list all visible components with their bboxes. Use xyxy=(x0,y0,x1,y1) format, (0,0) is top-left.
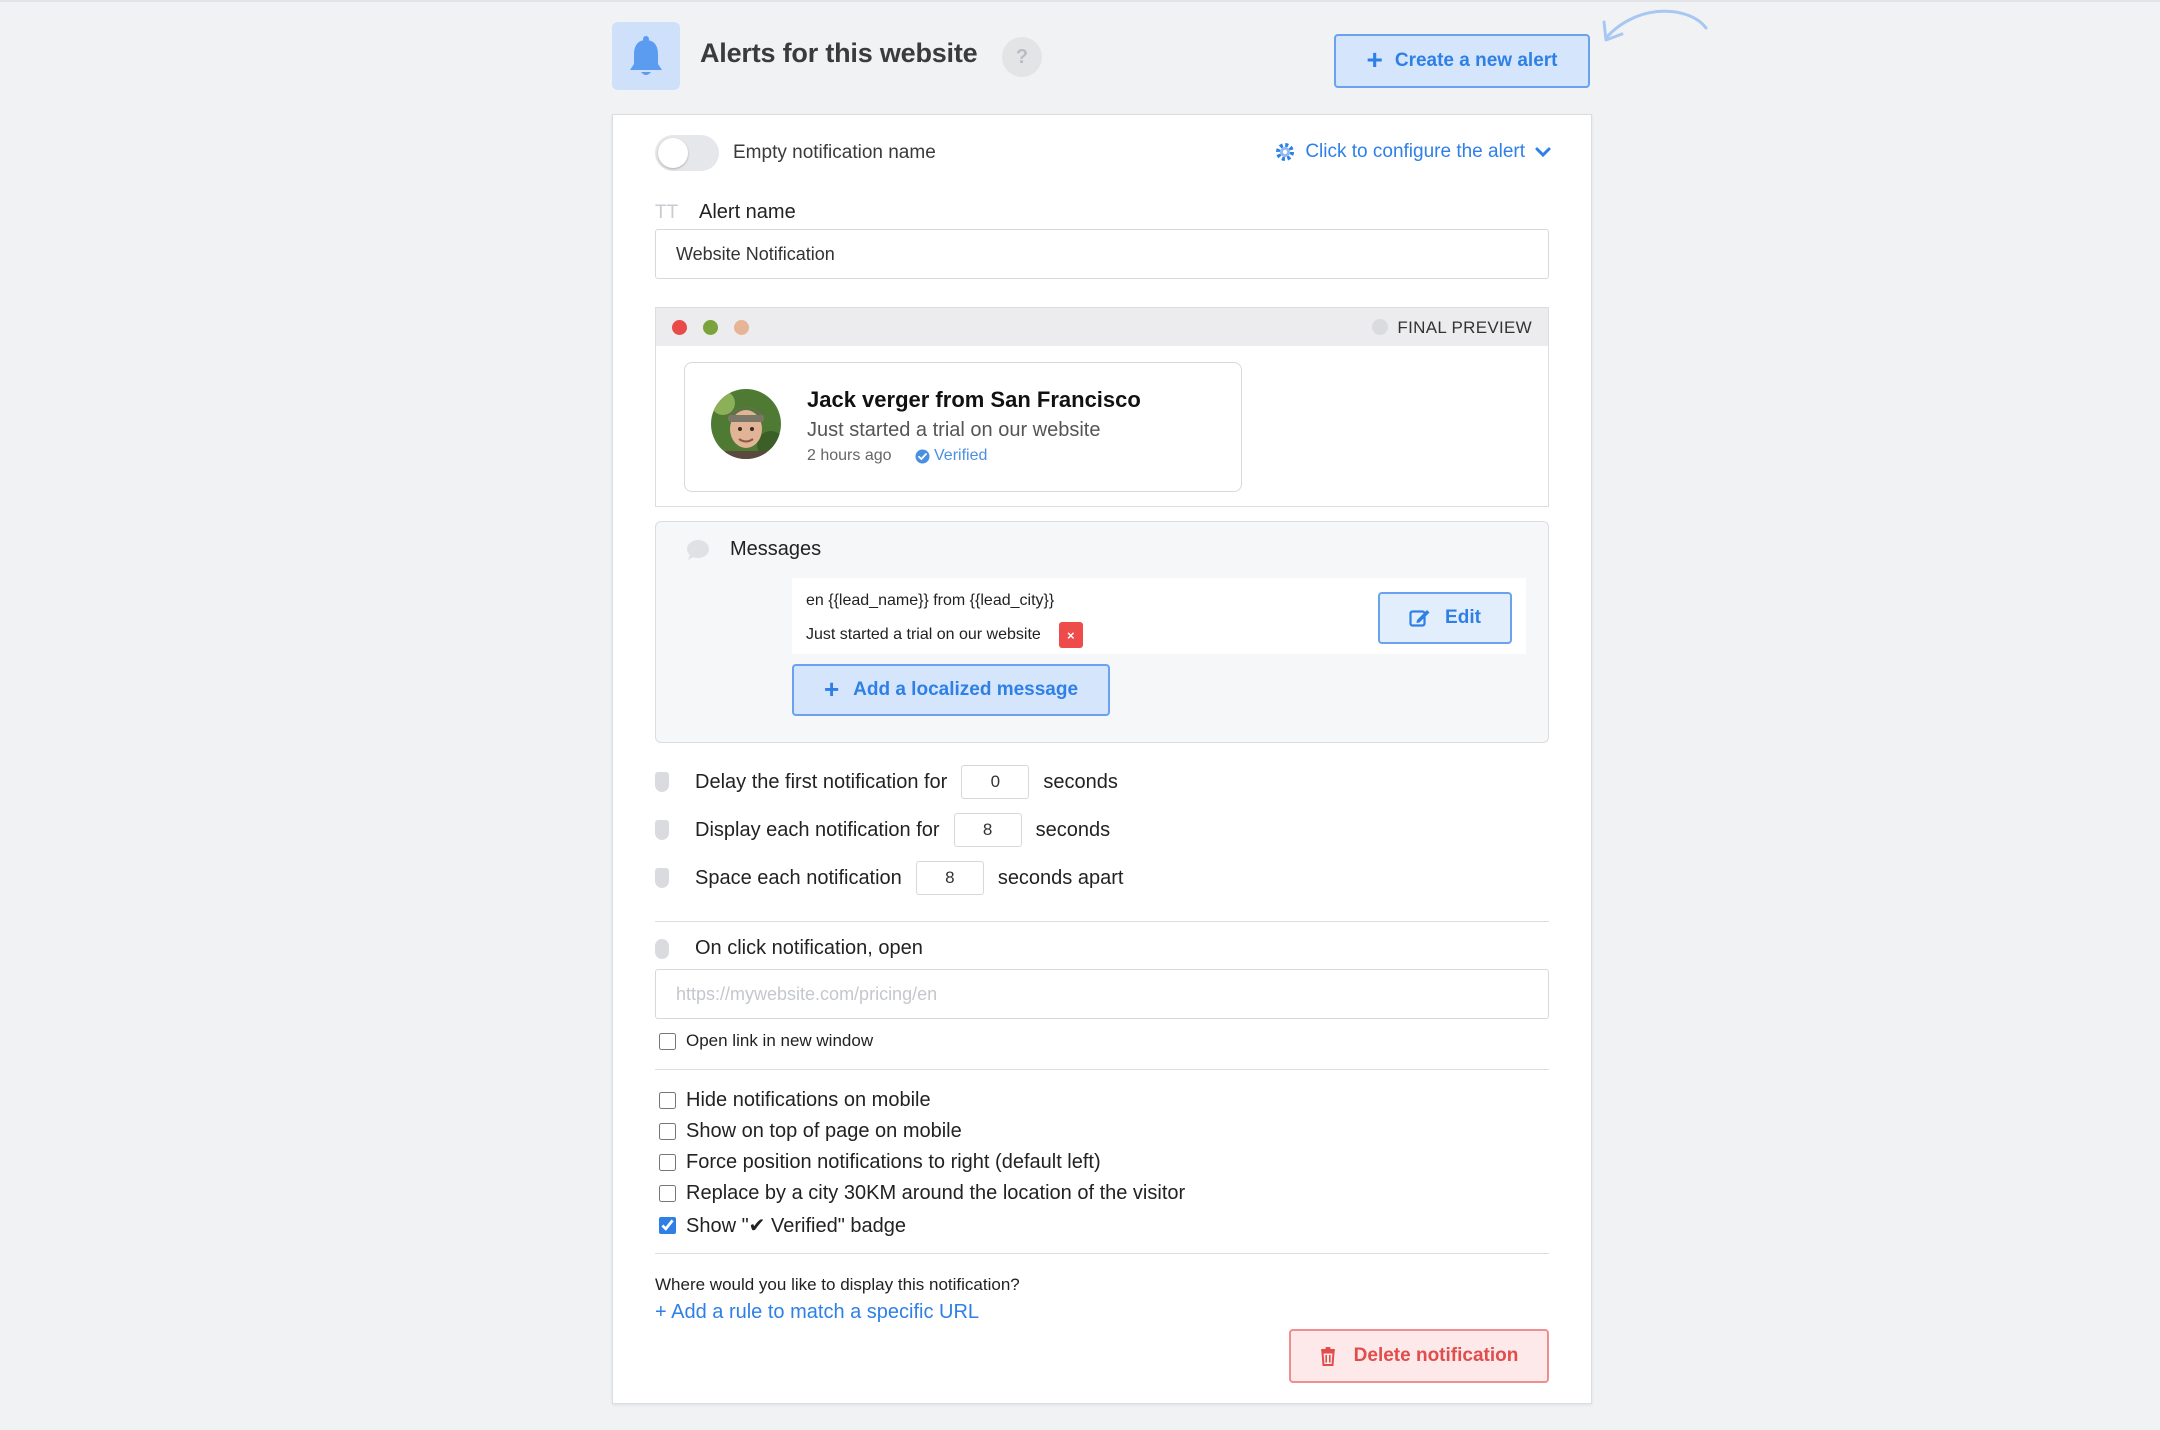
curved-arrow-icon xyxy=(1602,9,1708,42)
help-icon[interactable]: ? xyxy=(1002,37,1042,77)
page-header: Alerts for this website ? + Create a new… xyxy=(612,22,1592,92)
option-checkbox[interactable] xyxy=(659,1185,676,1202)
plus-icon: + xyxy=(823,673,840,704)
delete-message-button[interactable]: × xyxy=(1058,622,1083,648)
plus-icon: + xyxy=(1366,43,1383,75)
new-window-label: Open link in new window xyxy=(686,1031,874,1050)
onclick-label: On click notification, open xyxy=(695,937,923,959)
timer-icon xyxy=(655,868,669,888)
messages-title: Messages xyxy=(730,538,822,560)
chevron-down-icon xyxy=(1535,147,1551,158)
timer-icon xyxy=(655,820,669,840)
alert-name-input[interactable] xyxy=(655,229,1549,279)
message-line-1: en {{lead_name}} from {{lead_city}} xyxy=(806,592,1055,609)
option-replace-city[interactable]: Replace by a city 30KM around the locati… xyxy=(659,1182,1185,1205)
bell-icon xyxy=(630,36,662,75)
space-input[interactable] xyxy=(915,861,984,895)
display-input[interactable] xyxy=(953,813,1022,847)
option-checkbox[interactable] xyxy=(659,1123,676,1140)
configure-alert-label: Click to configure the alert xyxy=(1305,141,1525,162)
edit-icon xyxy=(1409,610,1430,627)
space-unit: seconds apart xyxy=(997,866,1124,889)
divider xyxy=(655,921,1549,922)
create-alert-button[interactable]: + Create a new alert xyxy=(1334,34,1590,88)
add-url-rule-link[interactable]: + Add a rule to match a specific URL xyxy=(655,1301,979,1324)
edit-label: Edit xyxy=(1445,607,1481,628)
notification-title: Jack verger from San Francisco xyxy=(807,387,1141,412)
option-label: Show "✔ Verified" badge xyxy=(686,1215,906,1237)
delay-row: Delay the first notification for seconds xyxy=(655,765,1118,799)
option-verified-badge[interactable]: Show "✔ Verified" badge xyxy=(659,1213,906,1238)
display-label: Display each notification for xyxy=(695,818,940,841)
trash-icon xyxy=(1320,1346,1335,1366)
option-checkbox[interactable] xyxy=(659,1092,676,1109)
check-circle-icon xyxy=(915,449,930,463)
option-force-right[interactable]: Force position notifications to right (d… xyxy=(659,1151,1101,1174)
onclick-url-input[interactable] xyxy=(655,969,1549,1019)
preview-label: FINAL PREVIEW xyxy=(1397,318,1532,337)
mouse-icon xyxy=(655,938,669,959)
space-label: Space each notification xyxy=(695,866,902,889)
verified-badge: Verified xyxy=(915,447,987,465)
messages-header: Messages xyxy=(686,538,821,561)
text-size-icon: TT xyxy=(655,201,679,223)
option-top-mobile[interactable]: Show on top of page on mobile xyxy=(659,1120,962,1143)
delay-input[interactable] xyxy=(961,765,1030,799)
alert-card: Empty notification name Click to configu… xyxy=(612,114,1592,1404)
final-preview: FINAL PREVIEW Jack verger from San Franc… xyxy=(655,307,1549,507)
preview-eye-icon xyxy=(1372,319,1388,335)
display-unit: seconds xyxy=(1035,818,1111,841)
edit-message-button[interactable]: Edit xyxy=(1378,592,1512,644)
avatar xyxy=(711,389,781,459)
option-label: Replace by a city 30KM around the locati… xyxy=(686,1182,1186,1204)
alert-name-label: Alert name xyxy=(699,201,796,223)
delay-unit: seconds xyxy=(1043,770,1118,793)
toggle-label: Empty notification name xyxy=(733,142,936,163)
divider xyxy=(655,1253,1549,1254)
option-label: Hide notifications on mobile xyxy=(686,1089,931,1111)
notification-time: 2 hours ago xyxy=(807,447,892,464)
add-localized-label: Add a localized message xyxy=(853,679,1079,700)
verified-label: Verified xyxy=(934,447,988,464)
create-alert-label: Create a new alert xyxy=(1394,50,1558,71)
delete-notification-button[interactable]: Delete notification xyxy=(1289,1329,1549,1383)
new-window-checkbox[interactable] xyxy=(659,1032,676,1050)
display-row: Display each notification for seconds xyxy=(655,813,1110,847)
window-minimize-dot xyxy=(703,320,718,335)
window-maximize-dot xyxy=(734,320,749,335)
notification-subtitle: Just started a trial on our website xyxy=(807,419,1101,441)
page-title: Alerts for this website xyxy=(700,38,978,68)
alert-name-label-row: TT Alert name xyxy=(655,201,796,224)
configure-alert-link[interactable]: Click to configure the alert xyxy=(1275,141,1551,163)
option-label: Show on top of page on mobile xyxy=(686,1120,962,1142)
alert-enable-toggle[interactable] xyxy=(655,135,719,171)
add-localized-message-button[interactable]: + Add a localized message xyxy=(792,664,1110,716)
timer-icon xyxy=(655,772,669,792)
delay-label: Delay the first notification for xyxy=(695,770,948,793)
new-window-option[interactable]: Open link in new window xyxy=(659,1031,873,1051)
message-entry: en {{lead_name}} from {{lead_city}} Just… xyxy=(792,578,1526,654)
message-line-2-row: Just started a trial on our website × xyxy=(806,622,1083,648)
messages-panel: Messages en {{lead_name}} from {{lead_ci… xyxy=(655,521,1549,743)
chat-bubble-icon xyxy=(687,539,709,560)
option-label: Force position notifications to right (d… xyxy=(686,1151,1101,1173)
preview-titlebar: FINAL PREVIEW xyxy=(656,308,1548,346)
delete-label: Delete notification xyxy=(1353,1345,1519,1366)
bell-icon-box xyxy=(612,22,680,90)
option-hide-mobile[interactable]: Hide notifications on mobile xyxy=(659,1089,931,1112)
divider xyxy=(655,1069,1549,1070)
top-border xyxy=(0,0,2160,2)
onclick-label-row: On click notification, open xyxy=(655,937,923,960)
option-checkbox[interactable] xyxy=(659,1217,676,1234)
option-checkbox[interactable] xyxy=(659,1154,676,1171)
gear-icon xyxy=(1276,143,1295,161)
window-close-dot xyxy=(672,320,687,335)
message-line-2: Just started a trial on our website xyxy=(806,626,1041,643)
space-row: Space each notification seconds apart xyxy=(655,861,1123,895)
notification-preview: Jack verger from San Francisco Just star… xyxy=(684,362,1242,492)
display-question: Where would you like to display this not… xyxy=(655,1275,1020,1294)
